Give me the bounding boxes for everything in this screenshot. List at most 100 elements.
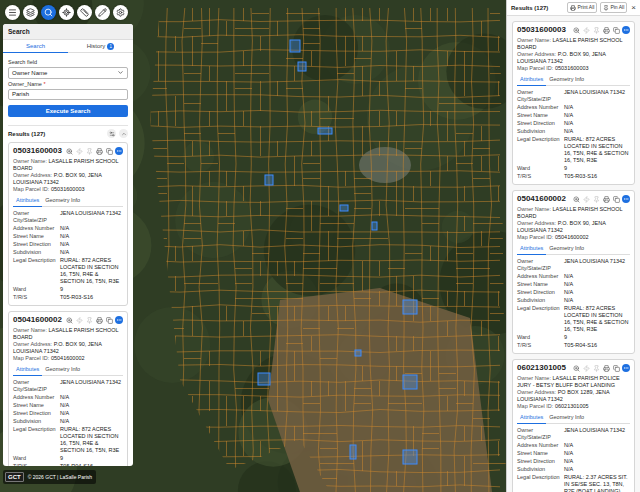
card-tab[interactable]: Geometry Info xyxy=(546,413,587,424)
collapse-button[interactable] xyxy=(119,129,128,138)
highlighted-parcel[interactable] xyxy=(340,205,348,211)
parcel-line xyxy=(140,395,500,398)
more-button[interactable] xyxy=(622,26,630,34)
attribute-label: Legal Description xyxy=(517,474,561,492)
panel-tab[interactable]: History1 xyxy=(68,40,133,53)
locate-tool-button[interactable] xyxy=(59,5,74,20)
attribute-label: T/R/S xyxy=(13,294,57,301)
parcel-line xyxy=(140,230,500,233)
result-card[interactable]: 05031600003Owner Name: LASALLE PARISH SC… xyxy=(512,21,635,185)
copy-button[interactable] xyxy=(612,364,620,372)
parcel-line xyxy=(345,6,346,21)
parcel-line xyxy=(140,110,500,112)
card-tab[interactable]: Geometry Info xyxy=(546,75,587,86)
zoom-button[interactable] xyxy=(572,195,580,203)
card-tab[interactable]: Attributes xyxy=(517,413,546,424)
parcel-line xyxy=(430,111,431,126)
options-button[interactable] xyxy=(107,129,116,138)
search-input[interactable]: Parish xyxy=(8,89,128,101)
card-tab[interactable]: Attributes xyxy=(13,365,42,376)
card-tab[interactable]: Attributes xyxy=(13,196,42,207)
search-field-select[interactable]: Owner Name xyxy=(8,67,128,79)
search-tool-button[interactable] xyxy=(41,5,56,20)
highlighted-parcel[interactable] xyxy=(403,300,417,314)
parcel-line xyxy=(396,186,397,201)
result-card[interactable]: 06021301005Owner Name: LASALLE PARISH PO… xyxy=(512,359,635,492)
more-button[interactable] xyxy=(115,147,123,155)
print-button[interactable] xyxy=(602,364,610,372)
panel-tab[interactable]: Search xyxy=(3,40,68,53)
parcel-line xyxy=(362,366,363,381)
highlighted-parcel[interactable] xyxy=(265,175,273,185)
parcel-line xyxy=(379,381,380,396)
parcel-line xyxy=(456,103,473,104)
owner-label: Owner Name: xyxy=(13,158,47,164)
result-card[interactable]: 05041600002Owner Name: LASALLE PARISH SC… xyxy=(512,190,635,354)
parcel-line xyxy=(286,58,303,59)
print-all-button[interactable]: Print All xyxy=(567,2,597,13)
execute-search-button[interactable]: Execute Search xyxy=(8,105,128,117)
highlighted-parcel[interactable] xyxy=(372,222,377,230)
more-button[interactable] xyxy=(622,364,630,372)
parcel-line xyxy=(260,96,261,111)
measure-tool-button[interactable] xyxy=(77,5,92,20)
terrain-patch xyxy=(442,211,474,243)
copy-button[interactable] xyxy=(105,147,113,155)
parcel-line xyxy=(456,403,473,404)
parcel-line xyxy=(311,216,312,231)
highlighted-parcel[interactable] xyxy=(298,62,306,71)
parcel-line xyxy=(140,35,500,38)
card-tab[interactable]: Geometry Info xyxy=(42,365,83,376)
card-tab[interactable]: Geometry Info xyxy=(42,196,83,207)
attribute-value: RURAL: 872 ACRES LOCATED IN SECTION 16, … xyxy=(60,257,123,285)
menu-tool-button[interactable] xyxy=(5,5,20,20)
card-tab[interactable]: Attributes xyxy=(517,75,546,86)
parcel-line xyxy=(260,456,261,471)
parcel-line xyxy=(260,201,261,216)
highlighted-parcel[interactable] xyxy=(350,445,356,459)
draw-tool-button[interactable] xyxy=(95,5,110,20)
print-button[interactable] xyxy=(602,26,610,34)
zoom-button[interactable] xyxy=(65,147,73,155)
print-button[interactable] xyxy=(95,316,103,324)
attribute-value: N/A xyxy=(60,241,123,248)
field-label: Search field xyxy=(8,59,128,66)
parcel-id: 05041600002 xyxy=(517,194,566,204)
parcel-line xyxy=(337,283,354,284)
card-tab[interactable]: Attributes xyxy=(517,244,546,255)
parcel-line xyxy=(140,305,500,308)
copy-button[interactable] xyxy=(612,195,620,203)
parcel-line xyxy=(311,51,312,66)
zoom-button[interactable] xyxy=(65,316,73,324)
parcel-line xyxy=(286,13,303,14)
settings-tool-button[interactable] xyxy=(113,5,128,20)
result-card[interactable]: 05031600003Owner Name: LASALLE PARISH SC… xyxy=(8,142,128,306)
attribution-text: © 2026 GCT | LaSalle Parish xyxy=(28,474,92,481)
highlighted-parcel[interactable] xyxy=(403,450,417,464)
close-button[interactable]: × xyxy=(630,3,637,12)
more-icon xyxy=(623,27,629,33)
parcel-line xyxy=(184,448,201,449)
attribute-value: 9 xyxy=(564,334,630,341)
pin-all-button[interactable]: Pin All xyxy=(600,2,627,13)
print-button[interactable] xyxy=(602,195,610,203)
copy-button[interactable] xyxy=(105,316,113,324)
highlighted-parcel[interactable] xyxy=(355,350,361,356)
print-button[interactable] xyxy=(95,147,103,155)
parcel-line xyxy=(158,6,159,21)
parcel-line xyxy=(226,171,227,186)
card-tab[interactable]: Geometry Info xyxy=(546,244,587,255)
highlighted-parcel[interactable] xyxy=(258,373,270,385)
result-card[interactable]: 05041600002Owner Name: LASALLE PARISH SC… xyxy=(8,311,128,466)
highlighted-parcel[interactable] xyxy=(318,128,332,134)
zoom-button[interactable] xyxy=(572,26,580,34)
more-button[interactable] xyxy=(115,316,123,324)
more-button[interactable] xyxy=(622,195,630,203)
copy-button[interactable] xyxy=(612,26,620,34)
highlighted-parcel[interactable] xyxy=(290,40,300,52)
parcel-line xyxy=(447,246,448,261)
parcel-line xyxy=(311,336,312,351)
zoom-button[interactable] xyxy=(572,364,580,372)
layers-tool-button[interactable] xyxy=(23,5,38,20)
highlighted-parcel[interactable] xyxy=(403,375,417,389)
